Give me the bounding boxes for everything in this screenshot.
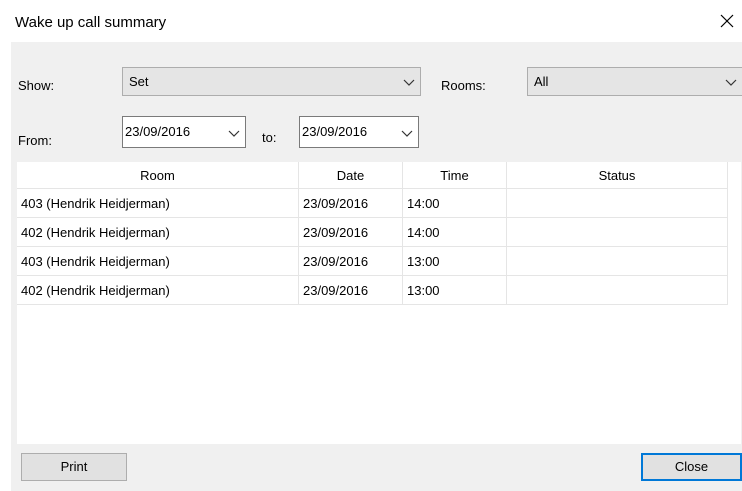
cell-date: 23/09/2016 <box>299 189 403 218</box>
chevron-down-icon <box>403 79 415 86</box>
close-button[interactable]: Close <box>641 453 742 481</box>
to-date-value: 23/09/2016 <box>302 124 368 139</box>
column-header-room[interactable]: Room <box>17 162 299 189</box>
table-row[interactable]: 403 (Hendrik Heidjerman) 23/09/2016 13:0… <box>17 247 728 276</box>
cell-room: 402 (Hendrik Heidjerman) <box>17 276 299 305</box>
from-label: From: <box>18 133 52 148</box>
cell-room: 403 (Hendrik Heidjerman) <box>17 247 299 276</box>
column-header-date[interactable]: Date <box>299 162 403 189</box>
chevron-down-icon[interactable] <box>228 127 240 139</box>
column-header-status[interactable]: Status <box>507 162 728 189</box>
cell-room: 403 (Hendrik Heidjerman) <box>17 189 299 218</box>
title-bar: Wake up call summary <box>0 0 742 42</box>
chevron-down-icon <box>725 79 737 86</box>
cell-status <box>507 276 728 305</box>
print-button[interactable]: Print <box>21 453 127 481</box>
rooms-dropdown-value: All <box>534 74 549 89</box>
cell-time: 14:00 <box>403 189 507 218</box>
dialog-body: Show: Set Rooms: All From: 23/09/2016 to… <box>11 42 742 491</box>
cell-time: 13:00 <box>403 276 507 305</box>
cell-date: 23/09/2016 <box>299 276 403 305</box>
to-label: to: <box>262 130 277 145</box>
chevron-down-icon[interactable] <box>401 127 413 139</box>
rooms-dropdown[interactable]: All <box>527 67 742 96</box>
cell-room: 402 (Hendrik Heidjerman) <box>17 218 299 247</box>
from-date-value: 23/09/2016 <box>125 124 191 139</box>
rooms-label: Rooms: <box>441 78 486 93</box>
window-title: Wake up call summary <box>15 14 167 31</box>
from-date-picker[interactable]: 23/09/2016 <box>122 116 246 148</box>
cell-time: 13:00 <box>403 247 507 276</box>
table-row[interactable]: 403 (Hendrik Heidjerman) 23/09/2016 14:0… <box>17 189 728 218</box>
table-row[interactable]: 402 (Hendrik Heidjerman) 23/09/2016 14:0… <box>17 218 728 247</box>
cell-date: 23/09/2016 <box>299 247 403 276</box>
close-icon[interactable] <box>718 12 736 30</box>
show-dropdown-value: Set <box>129 74 149 89</box>
cell-date: 23/09/2016 <box>299 218 403 247</box>
to-date-picker[interactable]: 23/09/2016 <box>299 116 419 148</box>
cell-time: 14:00 <box>403 218 507 247</box>
cell-status <box>507 189 728 218</box>
wake-up-call-table: Room Date Time Status 403 (Hendrik Heidj… <box>17 162 741 444</box>
column-header-time[interactable]: Time <box>403 162 507 189</box>
cell-status <box>507 247 728 276</box>
table-row[interactable]: 402 (Hendrik Heidjerman) 23/09/2016 13:0… <box>17 276 728 305</box>
show-label: Show: <box>18 78 55 93</box>
dialog-window: Wake up call summary Show: Set Rooms: Al… <box>0 0 742 491</box>
cell-status <box>507 218 728 247</box>
show-dropdown[interactable]: Set <box>122 67 421 96</box>
